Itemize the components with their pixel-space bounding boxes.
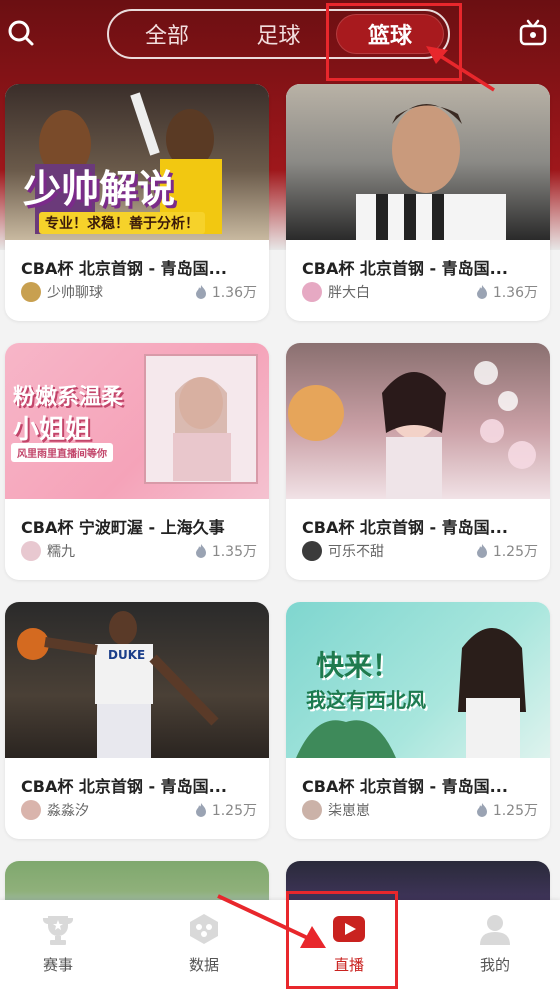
card-thumbnail: DUKE [5,602,269,758]
card-thumbnail: 粉嫩系温柔 小姐姐 风里雨里直播间等你 [5,343,269,499]
tab-football[interactable]: 足球 [225,14,333,54]
thumb-headline: 小姐姐 [13,415,92,445]
heat-count: 1.36万 [492,285,538,301]
live-card[interactable]: 快来！ 我这有西北风 CBA杯 北京首钢 - 青岛国... 柒崽崽 1.25万 [286,602,550,839]
avatar [21,800,41,820]
anchor-name: 少帅聊球 [47,285,103,301]
live-card[interactable]: 少帅解说 专业！求稳！善于分析！ CBA杯 北京首钢 - 青岛国... 少帅聊球… [5,84,269,321]
card-title: CBA杯 北京首钢 - 青岛国... [302,777,508,796]
trophy-icon [42,916,74,945]
live-card[interactable]: 粉嫩系温柔 小姐姐 风里雨里直播间等你 CBA杯 宁波町渥 - 上海久事 糯九 … [5,343,269,580]
thumb-headline: 我这有西北风 [306,688,426,712]
heat-count: 1.35万 [211,544,257,560]
heat-count: 1.25万 [211,803,257,819]
card-meta: 胖大白 1.36万 [302,281,538,303]
card-meta: 糯九 1.35万 [21,540,257,562]
card-meta: 少帅聊球 1.36万 [21,281,257,303]
thumb-headline: 少帅解说 [23,167,176,211]
live-card[interactable]: CBA杯 北京首钢 - 青岛国... 可乐不甜 1.25万 [286,343,550,580]
profile-icon [480,915,510,945]
card-title: CBA杯 北京首钢 - 青岛国... [21,777,227,796]
anchor-name: 糯九 [47,544,75,560]
card-title: CBA杯 宁波町渥 - 上海久事 [21,518,225,537]
card-title: CBA杯 北京首钢 - 青岛国... [21,259,227,278]
fire-icon [476,803,487,817]
card-thumbnail [286,84,550,240]
heat-count: 1.25万 [492,544,538,560]
tv-icon[interactable] [518,18,548,48]
avatar [302,800,322,820]
fire-icon [476,285,487,299]
heat-count: 1.25万 [492,803,538,819]
anchor-name: 淼淼汐 [47,803,89,819]
anchor-name: 胖大白 [328,285,370,301]
thumb-headline: 粉嫩系温柔 [13,385,124,410]
thumb-sub: 专业！求稳！善于分析！ [39,212,205,234]
live-card[interactable]: CBA杯 北京首钢 - 青岛国... 胖大白 1.36万 [286,84,550,321]
avatar [21,282,41,302]
fire-icon [195,285,206,299]
heat-count: 1.36万 [211,285,257,301]
card-title: CBA杯 北京首钢 - 青岛国... [302,259,508,278]
avatar [21,541,41,561]
card-thumbnail: 快来！ 我这有西北风 [286,602,550,758]
thumb-sub: 风里雨里直播间等你 [11,443,113,462]
thumb-headline: 快来！ [316,649,401,682]
tab-all[interactable]: 全部 [113,14,221,54]
fire-icon [195,803,206,817]
card-meta: 可乐不甜 1.25万 [302,540,538,562]
nav-item-events[interactable]: 赛事 [0,900,128,992]
search-icon[interactable] [6,18,36,48]
card-thumbnail: 少帅解说 专业！求稳！善于分析！ [5,84,269,240]
anchor-name: 可乐不甜 [328,544,384,560]
avatar [302,282,322,302]
annotation-arrow-icon [217,894,326,948]
nav-label: 赛事 [42,956,73,974]
card-thumbnail [286,343,550,499]
jersey-text: DUKE [108,648,146,662]
fire-icon [476,544,487,558]
nav-item-profile[interactable]: 我的 [425,900,560,992]
anchor-name: 柒崽崽 [328,803,370,819]
fire-icon [195,544,206,558]
nav-label: 我的 [479,956,510,974]
live-card[interactable]: DUKE CBA杯 北京首钢 - 青岛国... 淼淼汐 1.25万 [5,602,269,839]
avatar [302,541,322,561]
card-title: CBA杯 北京首钢 - 青岛国... [302,518,508,537]
card-meta: 淼淼汐 1.25万 [21,799,257,821]
annotation-arrow-icon [426,46,495,92]
card-meta: 柒崽崽 1.25万 [302,799,538,821]
